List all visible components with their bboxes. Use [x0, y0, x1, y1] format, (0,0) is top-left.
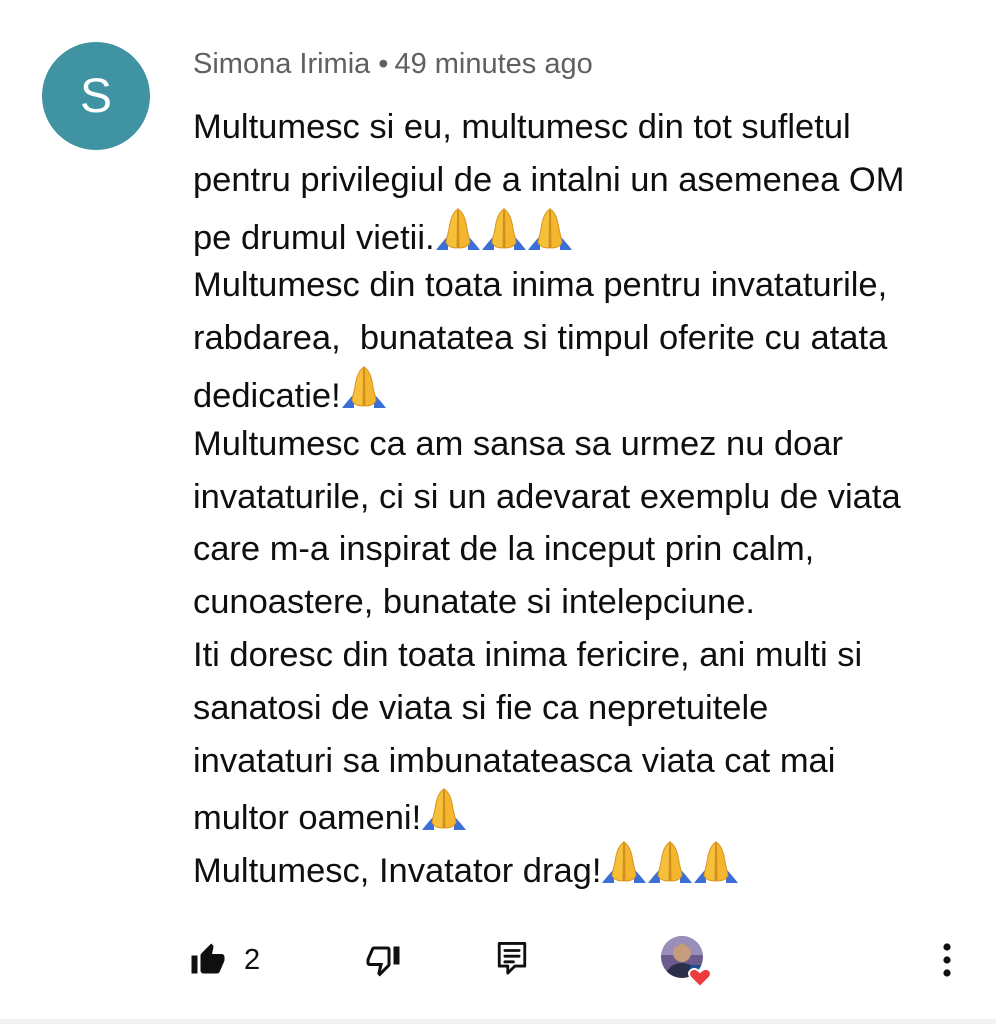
folded-hands-emoji	[481, 207, 527, 253]
comment-line: invataturi sa imbunatateasca viata cat m…	[193, 741, 836, 780]
comment-body: Multumesc si eu, multumesc din tot sufle…	[193, 101, 973, 893]
reply-comment-icon	[497, 942, 527, 975]
more-options-button[interactable]	[930, 936, 964, 984]
comment-line: Multumesc, Invatator drag!	[193, 840, 973, 893]
comment-line: pentru privilegiul de a intalni un aseme…	[193, 160, 905, 199]
comment-line: dedicatie!	[193, 365, 973, 418]
thumbs-up-icon	[191, 943, 225, 974]
author-name[interactable]: Simona Irimia	[193, 48, 370, 80]
thumbs-down-icon	[366, 946, 400, 977]
comment-line: Iti doresc din toata inima fericire, ani…	[193, 635, 863, 674]
dislike-button[interactable]	[362, 939, 404, 981]
avatar-initial: S	[79, 69, 112, 123]
comment-divider	[0, 1019, 996, 1024]
more-vertical-icon	[943, 943, 951, 977]
author-avatar[interactable]: S	[42, 42, 150, 150]
folded-hands-emoji	[647, 840, 693, 886]
folded-hands-emoji	[601, 840, 647, 886]
comment-line: sanatosi de viata si fie ca nepretuitele	[193, 688, 769, 727]
comment-line: rabdarea, bunatatea si timpul oferite cu…	[193, 319, 888, 358]
comment-timestamp[interactable]: 49 minutes ago	[394, 48, 592, 80]
comment-action-bar: 2	[0, 930, 996, 990]
like-button[interactable]: 2	[190, 937, 260, 983]
comment-header: Simona Irimia • 49 minutes ago	[193, 44, 593, 84]
folded-hands-emoji	[527, 207, 573, 253]
comment-line: Multumesc si eu, multumesc din tot sufle…	[193, 108, 851, 146]
folded-hands-emoji	[421, 787, 467, 833]
comment-line: care m-a inspirat de la inceput prin cal…	[193, 530, 815, 569]
comment-line: multor oameni!	[193, 787, 973, 840]
folded-hands-emoji	[693, 840, 739, 886]
creator-heart-badge[interactable]	[660, 935, 714, 989]
creator-heart-avatar	[661, 936, 712, 989]
comment-line: pe drumul vietii.	[193, 207, 973, 260]
comment-line: invataturile, ci si un adevarat exemplu …	[193, 477, 901, 516]
comment-line: cunoastere, bunatate si intelepciune.	[193, 583, 755, 622]
like-count: 2	[244, 943, 261, 976]
comment-line: Multumesc din toata inima pentru invatat…	[193, 266, 888, 305]
reply-button[interactable]	[492, 938, 532, 980]
comment-line: Multumesc ca am sansa sa urmez nu doar	[193, 424, 844, 463]
folded-hands-emoji	[435, 207, 481, 253]
meta-separator: •	[378, 48, 389, 80]
folded-hands-emoji	[341, 365, 387, 411]
